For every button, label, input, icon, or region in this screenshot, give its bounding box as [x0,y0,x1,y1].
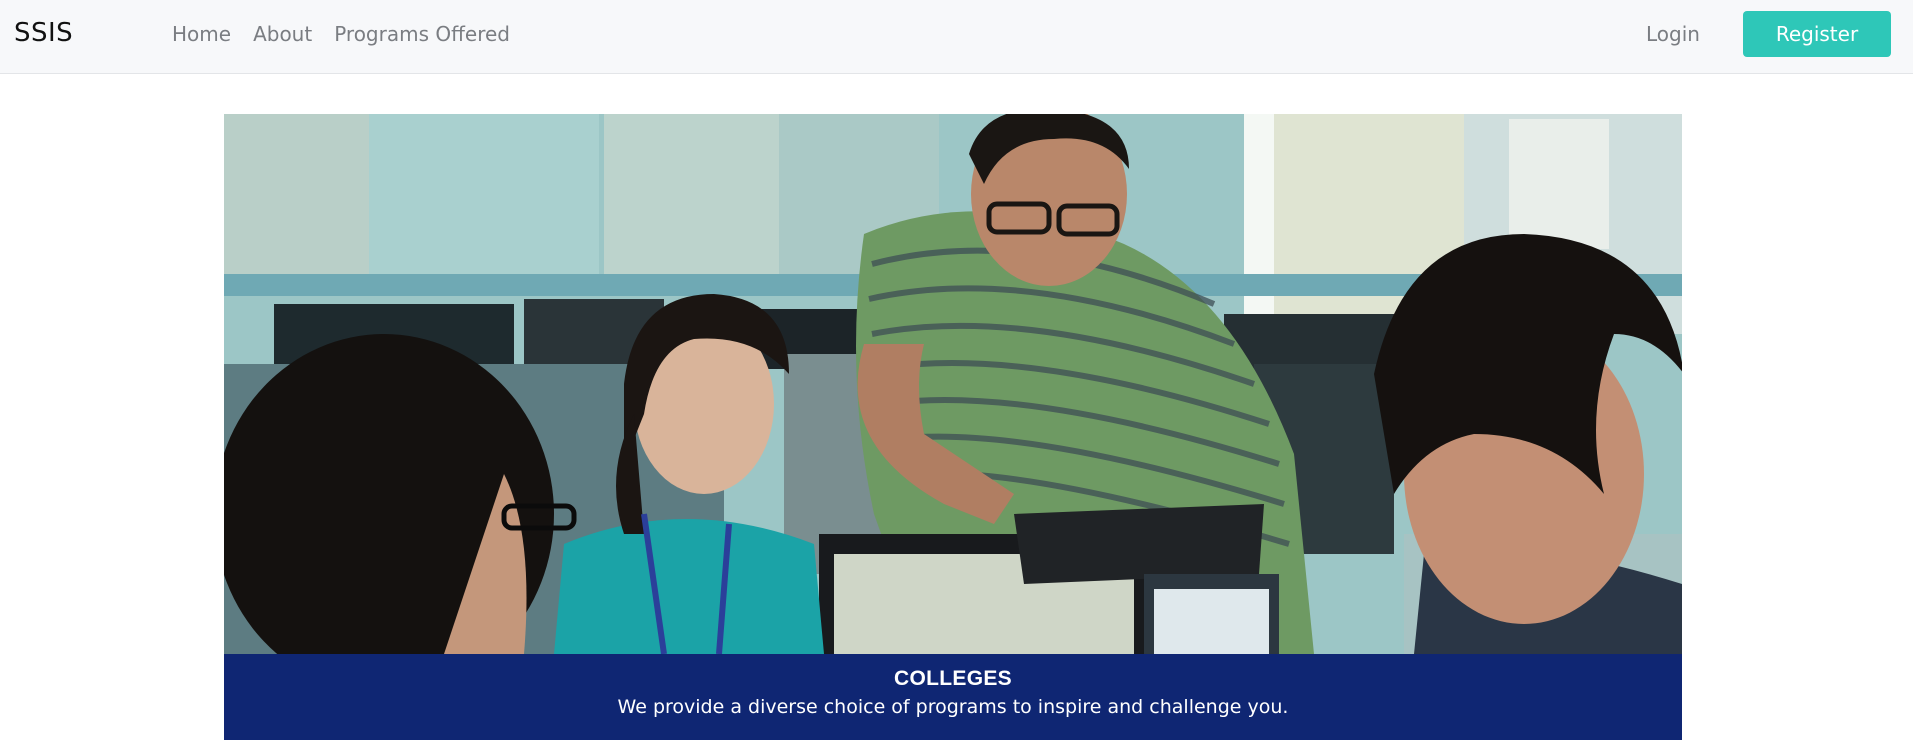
hero-caption-text: We provide a diverse choice of programs … [617,696,1289,718]
register-button[interactable]: Register [1743,11,1891,57]
hero-caption: COLLEGES We provide a diverse choice of … [224,654,1682,740]
login-link[interactable]: Login [1646,22,1700,46]
navbar: SSIS Home About Programs Offered Login R… [0,0,1913,74]
nav-links: Home About Programs Offered [172,22,532,46]
hero-carousel: COLLEGES We provide a diverse choice of … [224,114,1682,740]
nav-home-link[interactable]: Home [172,22,231,46]
brand-logo[interactable]: SSIS [14,18,73,48]
hero-caption-title: COLLEGES [894,667,1012,690]
nav-about-link[interactable]: About [253,22,312,46]
nav-programs-link[interactable]: Programs Offered [334,22,510,46]
hero-photo [224,114,1682,654]
students-photo-image [224,114,1682,654]
